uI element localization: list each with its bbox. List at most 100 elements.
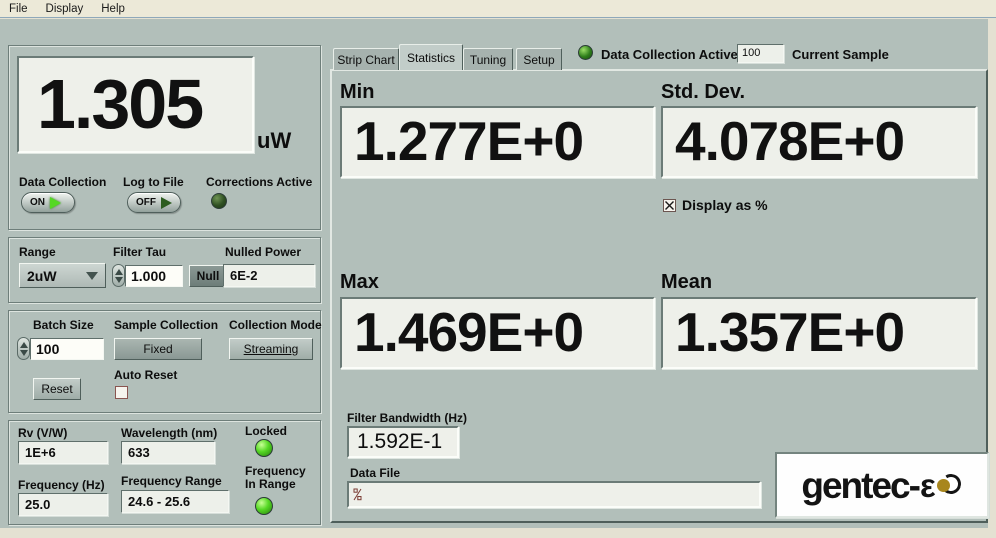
batch-size-field[interactable]: 100 <box>30 338 104 360</box>
display-as-pct-label: Display as % <box>682 197 768 213</box>
collection-mode-label: Collection Mode <box>229 318 322 332</box>
gentec-logo-text: gentec <box>801 467 908 504</box>
range-group: Range 2uW Filter Tau 1.000 Null Nulled P… <box>8 237 321 303</box>
data-collection-active-label: Data Collection Active <box>601 47 738 62</box>
toggle-arrow-icon <box>50 197 61 209</box>
power-unit-label: uW <box>257 128 291 154</box>
current-sample-label: Current Sample <box>792 47 889 62</box>
data-collection-label: Data Collection <box>19 175 106 189</box>
frequency-in-range-label: Frequency In Range <box>245 465 317 491</box>
auto-reset-label: Auto Reset <box>114 368 177 382</box>
std-dev-heading: Std. Dev. <box>661 81 745 104</box>
tab-setup[interactable]: Setup <box>516 48 562 70</box>
max-display: 1.469E+0 <box>340 297 655 369</box>
current-sample-display: 100 <box>737 44 784 63</box>
filter-bandwidth-value: 1.592E-1 <box>349 428 457 454</box>
frequency-in-range-led <box>255 497 273 515</box>
range-dropdown[interactable]: 2uW <box>19 263 106 288</box>
collection-mode-button[interactable]: Streaming <box>229 338 313 360</box>
frequency-label: Frequency (Hz) <box>18 478 105 492</box>
data-collection-active-led <box>578 45 593 60</box>
max-heading: Max <box>340 271 379 294</box>
data-collection-toggle[interactable]: ON <box>21 192 75 213</box>
spin-up-icon <box>115 269 123 275</box>
reset-button[interactable]: Reset <box>33 378 81 400</box>
min-display: 1.277E+0 <box>340 106 655 178</box>
data-collection-toggle-state: ON <box>30 197 45 208</box>
nulled-power-value: 6E-2 <box>224 265 314 283</box>
tab-strip-chart[interactable]: Strip Chart <box>333 48 399 70</box>
locked-led <box>255 439 273 457</box>
check-x-icon <box>664 200 675 211</box>
null-button[interactable]: Null <box>189 265 227 287</box>
batch-size-label: Batch Size <box>33 318 94 332</box>
chevron-down-icon <box>86 272 98 280</box>
tab-statistics[interactable]: Statistics <box>399 44 463 70</box>
wavelength-label: Wavelength (nm) <box>121 426 217 440</box>
nulled-power-label: Nulled Power <box>225 245 301 259</box>
filter-bandwidth-label: Filter Bandwidth (Hz) <box>347 411 467 425</box>
frequency-value: 25.0 <box>19 494 107 512</box>
mean-display: 1.357E+0 <box>661 297 977 369</box>
filter-tau-spinner[interactable] <box>112 264 125 287</box>
spin-up-icon <box>20 342 28 348</box>
frequency-range-value: 24.6 - 25.6 <box>122 491 228 509</box>
filter-tau-field[interactable]: 1.000 <box>125 265 183 287</box>
mean-value: 1.357E+0 <box>663 299 975 365</box>
nulled-power-display: 6E-2 <box>223 264 315 287</box>
range-label: Range <box>19 245 56 259</box>
auto-reset-checkbox[interactable] <box>115 386 128 399</box>
data-file-label: Data File <box>350 466 400 480</box>
min-heading: Min <box>340 81 374 104</box>
rv-value: 1E+6 <box>19 442 107 460</box>
filter-bandwidth-display: 1.592E-1 <box>347 426 459 458</box>
log-to-file-label: Log to File <box>123 175 184 189</box>
gentec-logo-o-icon <box>937 472 963 498</box>
spin-down-icon <box>20 350 28 356</box>
menu-bar: File Display Help <box>0 0 996 18</box>
wavelength-value: 633 <box>122 442 214 460</box>
filter-tau-label: Filter Tau <box>113 245 166 259</box>
frequency-display: 25.0 <box>18 493 108 516</box>
spin-down-icon <box>115 277 123 283</box>
display-as-pct-checkbox[interactable] <box>663 199 676 212</box>
min-value: 1.277E+0 <box>342 108 653 174</box>
gentec-logo-epsilon: ε <box>920 469 936 502</box>
corrections-active-label: Corrections Active <box>206 175 312 189</box>
power-reading-value: 1.305 <box>19 58 252 150</box>
max-value: 1.469E+0 <box>342 299 653 365</box>
rv-display: 1E+6 <box>18 441 108 464</box>
batch-size-spinner[interactable] <box>17 337 30 360</box>
log-to-file-toggle[interactable]: OFF <box>127 192 181 213</box>
wavelength-display: 633 <box>121 441 215 464</box>
rv-label: Rv (V/W) <box>18 426 67 440</box>
batch-group: Batch Size 100 Sample Collection Fixed C… <box>8 310 321 413</box>
logo-dot-icon <box>937 479 950 492</box>
tab-strip: Strip Chart Statistics Tuning Setup <box>333 44 562 70</box>
frequency-range-label: Frequency Range <box>121 474 222 488</box>
sample-collection-button[interactable]: Fixed <box>114 338 202 360</box>
menu-display[interactable]: Display <box>37 1 93 17</box>
locked-label: Locked <box>245 424 287 438</box>
current-sample-value: 100 <box>738 45 783 59</box>
gentec-logo: gentec - ε <box>775 452 989 518</box>
sample-collection-label: Sample Collection <box>114 318 218 332</box>
std-dev-display: 4.078E+0 <box>661 106 977 178</box>
menu-file[interactable]: File <box>0 1 37 17</box>
power-reading-display: 1.305 <box>17 56 254 153</box>
statistics-panel: Min 1.277E+0 Std. Dev. 4.078E+0 Display … <box>330 69 988 523</box>
mean-heading: Mean <box>661 271 712 294</box>
toggle-arrow-icon <box>161 197 172 209</box>
log-to-file-toggle-state: OFF <box>136 197 156 208</box>
reading-group: 1.305 uW Data Collection Log to File Cor… <box>8 45 321 230</box>
range-value: 2uW <box>27 268 57 284</box>
std-dev-value: 4.078E+0 <box>663 108 975 174</box>
frequency-range-display: 24.6 - 25.6 <box>121 490 229 513</box>
menu-help[interactable]: Help <box>92 1 134 17</box>
display-as-pct-control[interactable]: Display as % <box>663 197 768 213</box>
data-file-path-input[interactable] <box>347 481 761 508</box>
corrections-active-led <box>211 193 227 209</box>
path-glyph-icon <box>353 488 362 501</box>
tab-tuning[interactable]: Tuning <box>463 48 513 70</box>
sensor-group: Rv (V/W) 1E+6 Wavelength (nm) 633 Locked… <box>8 420 321 525</box>
